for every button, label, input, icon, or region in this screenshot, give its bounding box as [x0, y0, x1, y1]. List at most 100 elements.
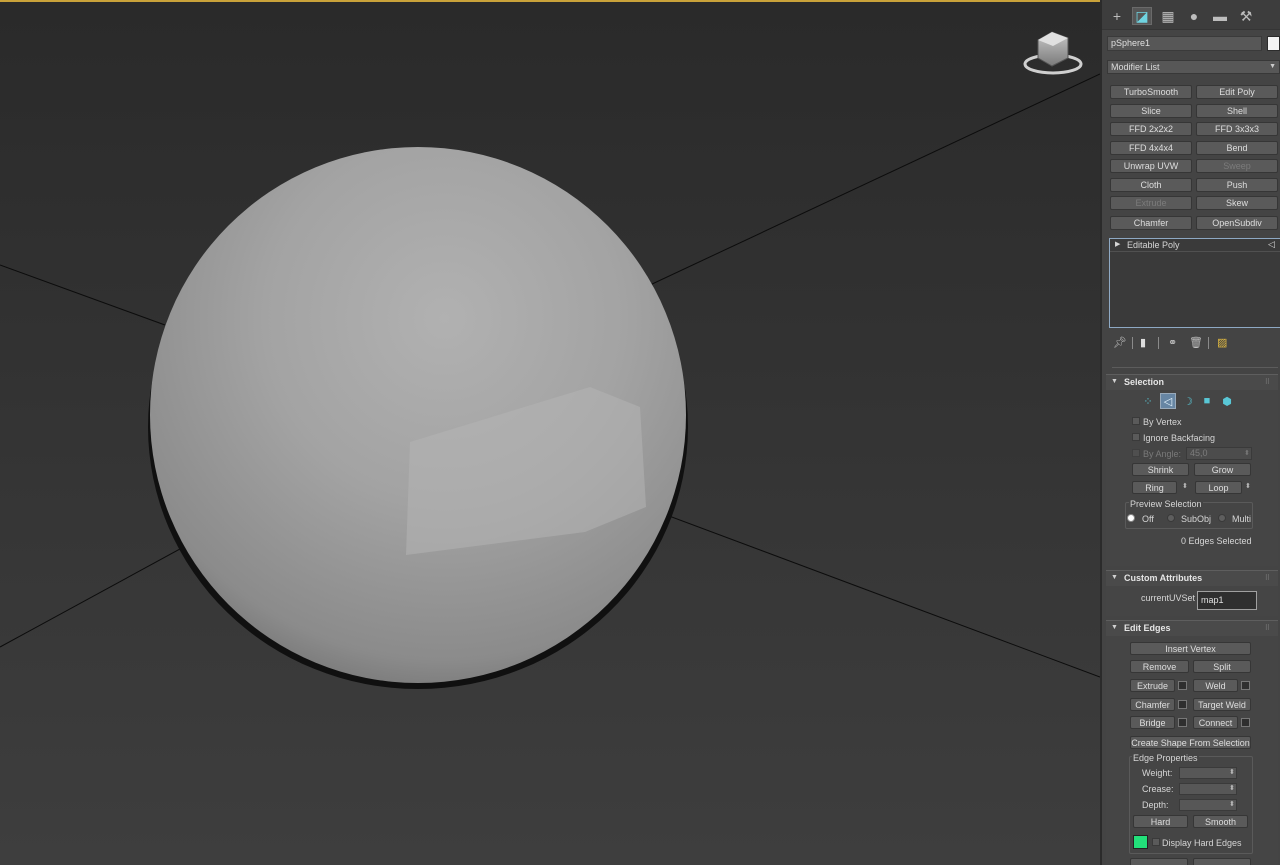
extrude-settings-icon[interactable]: [1178, 681, 1187, 690]
by-angle-checkbox[interactable]: [1132, 449, 1140, 457]
chamfer-settings-icon[interactable]: [1178, 700, 1187, 709]
sweep-button[interactable]: Sweep: [1196, 159, 1278, 173]
perspective-viewport[interactable]: [0, 0, 1100, 865]
by-vertex-label: By Vertex: [1143, 417, 1182, 427]
chamfer-button[interactable]: Chamfer: [1130, 698, 1175, 711]
slice-button[interactable]: Slice: [1110, 104, 1192, 118]
hierarchy-tab-icon[interactable]: ▦: [1158, 7, 1178, 25]
by-angle-label: By Angle:: [1143, 449, 1182, 459]
toolbar-separator: [1208, 337, 1209, 349]
preview-off-label: Off: [1142, 514, 1154, 524]
weight-spinner-icon[interactable]: ⬍: [1229, 768, 1235, 776]
expand-triangle-icon[interactable]: ▶: [1115, 240, 1120, 248]
stack-item-label: Editable Poly: [1127, 240, 1180, 250]
modifier-stack[interactable]: ▶ Editable Poly ◁: [1109, 238, 1280, 328]
depth-spinner-icon[interactable]: ⬍: [1229, 800, 1235, 808]
remove-button[interactable]: Remove: [1130, 660, 1189, 673]
bend-button[interactable]: Bend: [1196, 141, 1278, 155]
spinner-icon[interactable]: ⬍: [1244, 449, 1250, 457]
current-uvset-label: currentUVSet: [1141, 593, 1196, 603]
ring-spinner-icon[interactable]: ⬍: [1182, 482, 1188, 490]
weld-settings-icon[interactable]: [1241, 681, 1250, 690]
view-cube-gizmo: [1023, 31, 1083, 75]
weld-button[interactable]: Weld: [1193, 679, 1238, 692]
bridge-button[interactable]: Bridge: [1130, 716, 1175, 729]
smooth-button[interactable]: Smooth: [1193, 815, 1248, 828]
opensubdiv-button[interactable]: OpenSubdiv: [1196, 216, 1278, 230]
dropdown-arrow-icon: ▼: [1269, 63, 1276, 70]
weight-label: Weight:: [1142, 768, 1173, 778]
edit-poly-button[interactable]: Edit Poly: [1196, 85, 1278, 99]
skew-button[interactable]: Skew: [1196, 196, 1278, 210]
ring-button[interactable]: Ring: [1132, 481, 1177, 494]
target-weld-button[interactable]: Target Weld: [1193, 698, 1251, 711]
preview-subobj-radio[interactable]: [1167, 514, 1175, 522]
unwrap-uvw-button[interactable]: Unwrap UVW: [1110, 159, 1192, 173]
collapse-triangle-icon: ▼: [1111, 378, 1118, 385]
command-panel: + ◪ ▦ ● ▬ ⚒ pSphere1 Modifier List ▼ Tur…: [1100, 0, 1280, 865]
split-button[interactable]: Split: [1193, 660, 1251, 673]
ffd-4x4x4-button[interactable]: FFD 4x4x4: [1110, 141, 1192, 155]
edit-edges-rollout-header[interactable]: ▼ Edit Edges ⠿: [1106, 620, 1278, 636]
connect-settings-icon[interactable]: [1241, 718, 1250, 727]
border-mode-icon[interactable]: ☽: [1180, 393, 1196, 409]
extrude-modifier-button[interactable]: Extrude: [1110, 196, 1192, 210]
display-tab-icon[interactable]: ▬: [1210, 7, 1230, 25]
ffd-3x3x3-button[interactable]: FFD 3x3x3: [1196, 122, 1278, 136]
crease-spinner-icon[interactable]: ⬍: [1229, 784, 1235, 792]
grip-icon: ⠿: [1264, 379, 1270, 386]
stack-item-editable-poly[interactable]: ▶ Editable Poly ◁: [1110, 239, 1280, 252]
element-mode-icon[interactable]: ⬢: [1219, 393, 1235, 409]
ffd-2x2x2-button[interactable]: FFD 2x2x2: [1110, 122, 1192, 136]
preview-multi-radio[interactable]: [1218, 514, 1226, 522]
turbosmooth-button[interactable]: TurboSmooth: [1110, 85, 1192, 99]
loop-button[interactable]: Loop: [1195, 481, 1242, 494]
insert-vertex-button[interactable]: Insert Vertex: [1130, 642, 1251, 655]
ignore-backfacing-checkbox[interactable]: [1132, 433, 1140, 441]
bridge-settings-icon[interactable]: [1178, 718, 1187, 727]
edge-mode-button-icon[interactable]: ◁: [1160, 393, 1176, 409]
create-shape-button[interactable]: Create Shape From Selection: [1130, 736, 1251, 749]
polygon-mode-icon[interactable]: ■: [1199, 393, 1215, 409]
object-name-field[interactable]: pSphere1: [1107, 36, 1262, 51]
extrude-button[interactable]: Extrude: [1130, 679, 1175, 692]
connect-button[interactable]: Connect: [1193, 716, 1238, 729]
grip-icon: ⠿: [1264, 575, 1270, 582]
loop-spinner-icon[interactable]: ⬍: [1245, 482, 1251, 490]
shell-button[interactable]: Shell: [1196, 104, 1278, 118]
command-panel-tabs: + ◪ ▦ ● ▬ ⚒: [1102, 0, 1280, 30]
shrink-button[interactable]: Shrink: [1132, 463, 1189, 476]
hard-button[interactable]: Hard: [1133, 815, 1188, 828]
modifier-list-label: Modifier List: [1111, 62, 1160, 72]
rollout-title: Custom Attributes: [1124, 573, 1203, 583]
modify-tab-icon[interactable]: ◪: [1132, 7, 1152, 25]
hard-edge-color-swatch[interactable]: [1133, 835, 1148, 849]
edge-mode-icon: ◁: [1268, 239, 1275, 249]
remove-modifier-icon[interactable]: 🗑︎: [1189, 336, 1203, 349]
motion-tab-icon[interactable]: ●: [1184, 7, 1204, 25]
custom-attributes-rollout-header[interactable]: ▼ Custom Attributes ⠿: [1106, 570, 1278, 586]
utilities-tab-icon[interactable]: ⚒: [1236, 7, 1256, 25]
selection-rollout-header[interactable]: ▼ Selection ⠿: [1106, 374, 1278, 390]
cloth-button[interactable]: Cloth: [1110, 178, 1192, 192]
pin-stack-icon[interactable]: 📌︎: [1113, 336, 1127, 349]
grow-button[interactable]: Grow: [1194, 463, 1251, 476]
current-uvset-field[interactable]: map1: [1197, 591, 1257, 610]
object-color-swatch[interactable]: [1267, 36, 1280, 51]
chamfer-modifier-button[interactable]: Chamfer: [1110, 216, 1192, 230]
turn-button-partial[interactable]: [1193, 858, 1251, 865]
depth-label: Depth:: [1142, 800, 1169, 810]
by-vertex-checkbox[interactable]: [1132, 417, 1140, 425]
configure-sets-icon[interactable]: ▨: [1217, 336, 1227, 349]
make-unique-icon[interactable]: ⚭: [1168, 336, 1177, 349]
display-hard-edges-checkbox[interactable]: [1152, 838, 1160, 846]
toolbar-separator: [1132, 337, 1133, 349]
create-tab-icon[interactable]: +: [1107, 7, 1127, 25]
edit-tri-button-partial[interactable]: [1130, 858, 1188, 865]
push-button[interactable]: Push: [1196, 178, 1278, 192]
show-end-result-icon[interactable]: ▮: [1140, 336, 1146, 349]
modifier-list-dropdown[interactable]: Modifier List ▼: [1107, 60, 1280, 74]
preview-off-radio[interactable]: [1127, 514, 1135, 522]
angle-field[interactable]: 45,0: [1186, 447, 1252, 460]
vertex-mode-icon[interactable]: ⁘: [1140, 393, 1156, 409]
